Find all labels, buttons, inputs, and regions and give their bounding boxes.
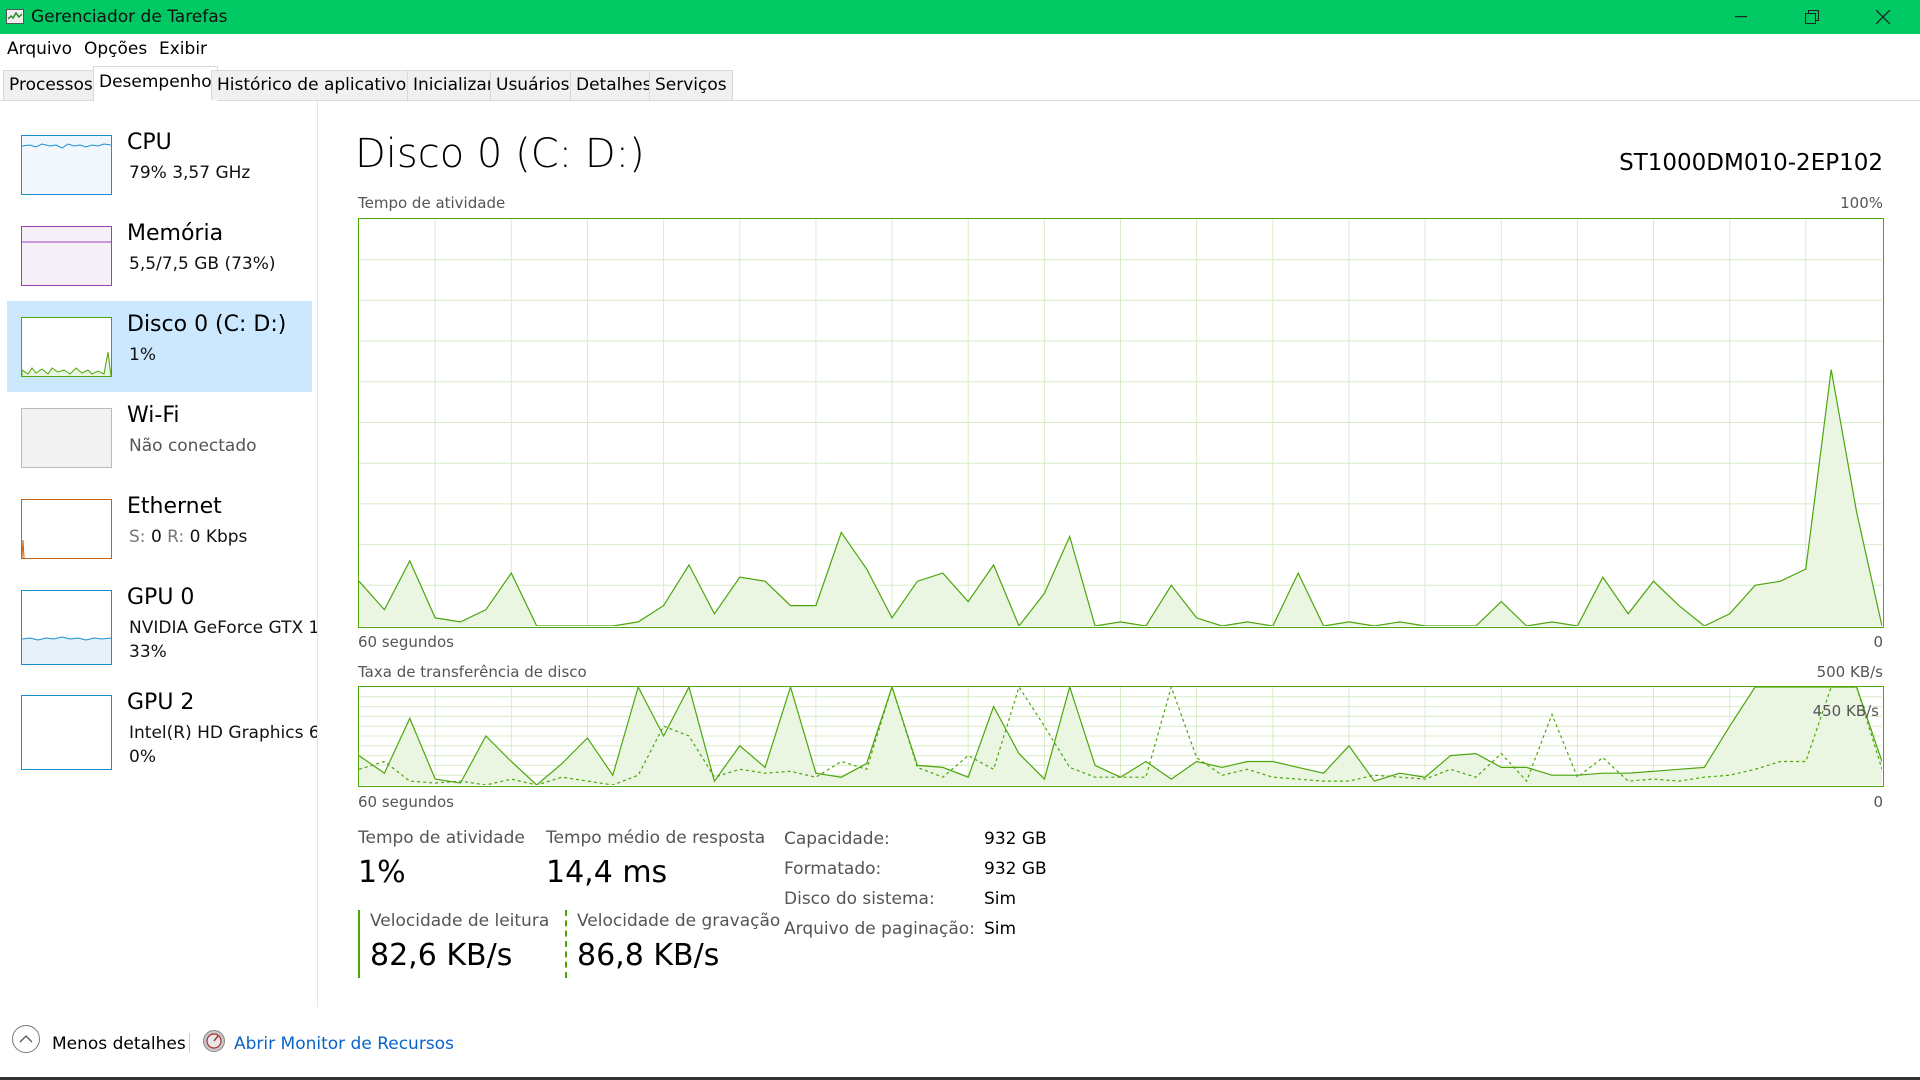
memory-thumbnail-graph: [21, 226, 112, 286]
footer-divider: [189, 1033, 190, 1053]
write-speed-label: Velocidade de gravação: [577, 911, 781, 931]
resource-monitor-icon[interactable]: [203, 1030, 225, 1052]
disk-detail-panel: Disco 0 (C: D:) ST1000DM010-2EP102 Tempo…: [319, 101, 1920, 1007]
sidebar-item-disco[interactable]: Disco 0 (C: D:) 1%: [7, 301, 312, 392]
capacity-label: Capacidade:: [784, 829, 890, 849]
sidebar-item-label: Memória: [127, 221, 224, 246]
read-speed-label: Velocidade de leitura: [370, 911, 550, 931]
menu-bar: Arquivo Opções Exibir: [0, 34, 1920, 64]
performance-sidebar: CPU 79% 3,57 GHz Memória 5,5/7,5 GB (73%…: [0, 101, 318, 1007]
sidebar-item-label: CPU: [127, 130, 172, 155]
sidebar-item-detail: Não conectado: [129, 436, 257, 456]
transfer-chart-time: 60 segundos: [358, 793, 454, 811]
restore-icon: [1805, 10, 1819, 24]
system-disk-value: Sim: [984, 889, 1017, 909]
system-disk-label: Disco do sistema:: [784, 889, 935, 909]
sidebar-item-ethernet[interactable]: Ethernet S: 0 R: 0 Kbps: [7, 483, 312, 574]
activity-chart-svg: [359, 219, 1883, 627]
tab-detalhes[interactable]: Detalhes: [570, 70, 658, 100]
receive-label: R:: [167, 527, 185, 547]
title-bar: Gerenciador de Tarefas: [0, 0, 1920, 34]
sidebar-item-label: GPU 2: [127, 690, 195, 715]
tab-bar: Processos Desempenho Histórico de aplica…: [0, 64, 1920, 101]
sidebar-item-label: Wi-Fi: [127, 403, 180, 428]
page-file-label: Arquivo de paginação:: [784, 919, 975, 939]
sidebar-item-detail: 79% 3,57 GHz: [129, 163, 251, 183]
transfer-chart: 450 KB/s: [358, 686, 1884, 787]
sidebar-item-detail: 1%: [129, 345, 156, 365]
transfer-chart-min: 0: [1873, 793, 1883, 811]
restore-button[interactable]: [1777, 0, 1847, 34]
activity-chart: [358, 218, 1884, 628]
menu-opcoes[interactable]: Opções: [84, 39, 147, 59]
sidebar-item-detail: NVIDIA GeForce GTX 10: [129, 618, 318, 638]
sidebar-item-label: Disco 0 (C: D:): [127, 312, 287, 337]
transfer-chart-inner-max: 450 KB/s: [1812, 702, 1879, 720]
response-time-value: 14,4 ms: [546, 855, 668, 890]
task-manager-icon: [6, 9, 24, 24]
activity-chart-label: Tempo de atividade: [358, 194, 506, 212]
send-value: 0: [150, 527, 162, 547]
sidebar-item-cpu[interactable]: CPU 79% 3,57 GHz: [7, 119, 312, 210]
tab-historico[interactable]: Histórico de aplicativos: [211, 70, 422, 100]
capacity-value: 932 GB: [984, 829, 1047, 849]
footer: Menos detalhes Abrir Monitor de Recursos: [0, 1007, 1920, 1080]
wifi-thumbnail-graph: [21, 408, 112, 468]
activity-time-label: Tempo de atividade: [358, 828, 525, 848]
menu-exibir[interactable]: Exibir: [159, 39, 207, 59]
formatted-label: Formatado:: [784, 859, 882, 879]
sidebar-item-label: GPU 0: [127, 585, 195, 610]
tab-usuarios[interactable]: Usuários: [490, 70, 576, 100]
cpu-thumbnail-graph: [21, 135, 112, 195]
sidebar-item-wifi[interactable]: Wi-Fi Não conectado: [7, 392, 312, 483]
page-title: Disco 0 (C: D:): [355, 131, 645, 177]
read-speed-value: 82,6 KB/s: [370, 938, 513, 973]
disk-thumbnail-graph: [21, 317, 112, 377]
minimize-button[interactable]: [1706, 0, 1776, 34]
disk-model: ST1000DM010-2EP102: [1619, 150, 1883, 176]
chevron-up-icon[interactable]: [12, 1025, 40, 1053]
sidebar-item-gpu0[interactable]: GPU 0 NVIDIA GeForce GTX 10 33%: [7, 574, 317, 674]
activity-chart-max: 100%: [1840, 194, 1883, 212]
less-details-button[interactable]: Menos detalhes: [52, 1034, 186, 1054]
ethernet-thumbnail-graph: [21, 499, 112, 559]
close-icon: [1876, 10, 1890, 24]
tab-inicializar[interactable]: Inicializar: [407, 70, 500, 100]
activity-chart-time: 60 segundos: [358, 633, 454, 651]
receive-value: 0 Kbps: [189, 527, 248, 547]
tab-servicos[interactable]: Serviços: [649, 70, 733, 100]
sidebar-item-label: Ethernet: [127, 494, 222, 519]
close-button[interactable]: [1848, 0, 1918, 34]
transfer-chart-svg: [359, 687, 1883, 786]
read-speed-indicator: [358, 910, 360, 978]
page-file-value: Sim: [984, 919, 1017, 939]
tab-desempenho[interactable]: Desempenho: [93, 66, 218, 101]
sidebar-item-detail: 5,5/7,5 GB (73%): [129, 254, 276, 274]
sidebar-item-memoria[interactable]: Memória 5,5/7,5 GB (73%): [7, 210, 312, 301]
sidebar-item-gpu2[interactable]: GPU 2 Intel(R) HD Graphics 630 0%: [7, 679, 317, 779]
write-speed-value: 86,8 KB/s: [577, 938, 720, 973]
gpu2-thumbnail-graph: [21, 695, 112, 770]
transfer-chart-max: 500 KB/s: [1816, 663, 1883, 681]
sidebar-item-usage: 33%: [129, 642, 167, 662]
formatted-value: 932 GB: [984, 859, 1047, 879]
send-label: S:: [129, 527, 146, 547]
write-speed-indicator: [565, 910, 567, 978]
tab-processos[interactable]: Processos: [3, 70, 99, 100]
activity-chart-min: 0: [1873, 633, 1883, 651]
sidebar-item-detail: S: 0 R: 0 Kbps: [129, 527, 247, 547]
minimize-icon: [1735, 16, 1747, 18]
open-resource-monitor-link[interactable]: Abrir Monitor de Recursos: [234, 1034, 454, 1054]
sidebar-item-usage: 0%: [129, 747, 156, 767]
response-time-label: Tempo médio de resposta: [546, 828, 766, 848]
gpu0-thumbnail-graph: [21, 590, 112, 665]
activity-time-value: 1%: [358, 855, 406, 890]
sidebar-item-detail: Intel(R) HD Graphics 630: [129, 723, 317, 743]
menu-arquivo[interactable]: Arquivo: [7, 39, 72, 59]
transfer-chart-label: Taxa de transferência de disco: [358, 663, 587, 681]
window-title: Gerenciador de Tarefas: [31, 7, 228, 27]
